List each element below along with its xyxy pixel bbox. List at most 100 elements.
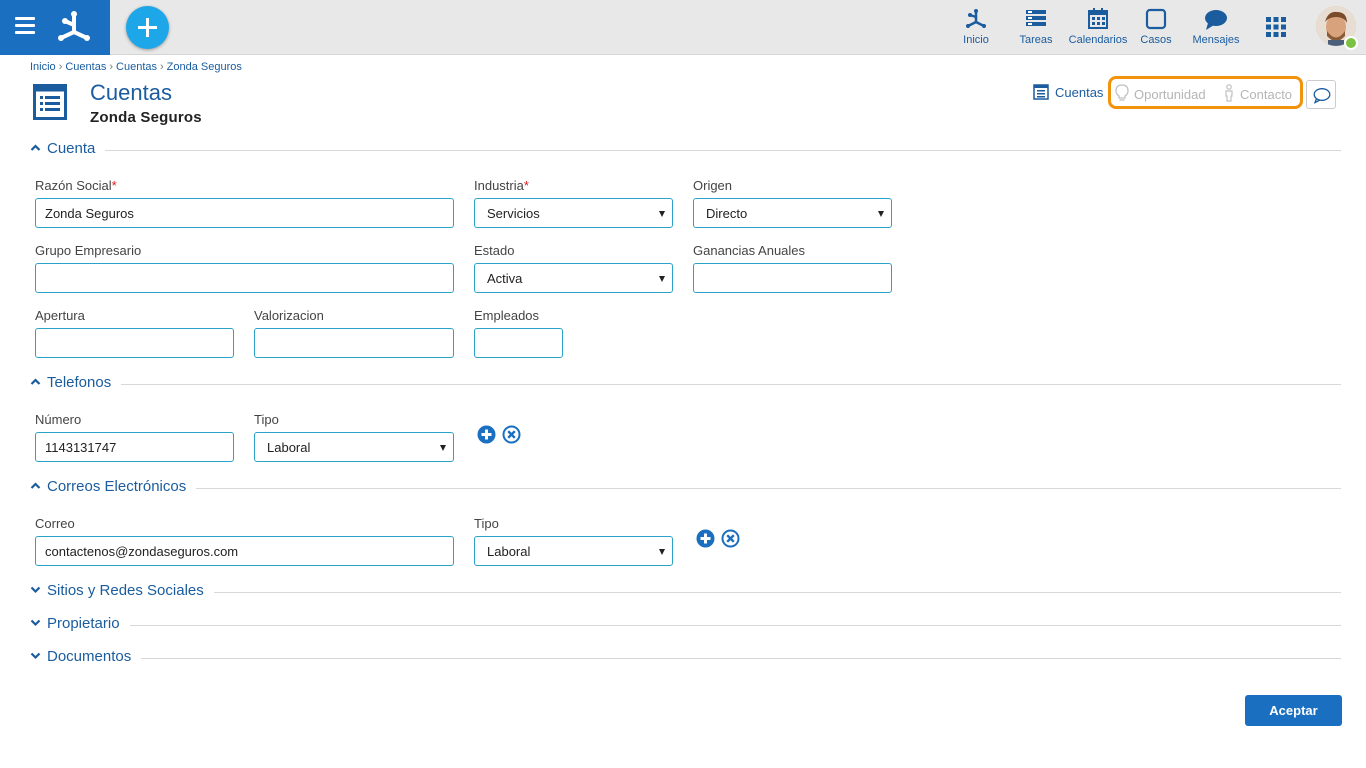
- origen-label: Origen: [693, 178, 733, 193]
- chevron-up-icon: [30, 144, 41, 151]
- add-email-icon[interactable]: [696, 529, 715, 548]
- section-telefonos-toggle[interactable]: Telefonos: [30, 374, 120, 394]
- ganancias-anuales-input[interactable]: [693, 263, 892, 293]
- valorizacion-label: Valorizacion: [254, 308, 324, 323]
- section-propietario-toggle[interactable]: Propietario: [30, 615, 130, 635]
- required-mark: *: [523, 178, 529, 193]
- top-bar: Inicio Tareas Calendarios Casos Mensajes: [0, 0, 1366, 55]
- nav-label: Inicio: [963, 34, 989, 46]
- section-divider: [196, 488, 1341, 489]
- brand-area: [0, 0, 110, 55]
- oportunidad-link[interactable]: Oportunidad: [1115, 84, 1206, 102]
- grupo-empresario-input[interactable]: [35, 263, 454, 293]
- tasks-icon: [1026, 10, 1046, 26]
- numero-input[interactable]: [35, 432, 234, 462]
- section-title: Propietario: [47, 615, 120, 632]
- messages-icon: [1205, 10, 1227, 30]
- accounts-form-icon: [33, 84, 67, 120]
- numero-label: Número: [35, 412, 82, 427]
- online-status-dot: [1344, 36, 1358, 50]
- oportunidad-link-label: Oportunidad: [1134, 87, 1206, 102]
- caret-down-icon: [440, 445, 446, 451]
- ganancias-anuales-label: Ganancias Anuales: [693, 243, 806, 258]
- select-value: Activa: [487, 271, 523, 286]
- chevron-down-icon: [30, 652, 41, 660]
- valorizacion-input[interactable]: [254, 328, 454, 358]
- razon-social-label: Razón Social*: [35, 178, 117, 193]
- section-documentos-toggle[interactable]: Documentos: [30, 648, 135, 668]
- empleados-label: Empleados: [474, 308, 540, 323]
- breadcrumb-inicio[interactable]: Inicio: [30, 61, 56, 73]
- required-mark: *: [111, 178, 117, 193]
- tipo-telefono-label: Tipo: [254, 412, 279, 427]
- tipo-correo-select[interactable]: Laboral: [474, 536, 673, 566]
- section-title: Cuenta: [47, 140, 96, 157]
- section-title: Correos Electrónicos: [47, 478, 187, 495]
- origen-select[interactable]: Directo: [693, 198, 892, 228]
- correo-input[interactable]: [35, 536, 454, 566]
- section-divider: [141, 658, 1341, 659]
- label-text: Razón Social: [35, 178, 112, 193]
- apps-grid-icon[interactable]: [1266, 17, 1286, 37]
- nav-label: Casos: [1140, 34, 1172, 46]
- caret-down-icon: [659, 211, 665, 217]
- apertura-input[interactable]: [35, 328, 234, 358]
- select-value: Laboral: [487, 544, 531, 559]
- nav-label: Calendarios: [1068, 34, 1128, 46]
- caret-down-icon: [878, 211, 884, 217]
- estado-select[interactable]: Activa: [474, 263, 673, 293]
- chevron-up-icon: [30, 378, 41, 385]
- section-divider: [121, 384, 1341, 385]
- person-icon: [1225, 84, 1233, 102]
- add-phone-icon[interactable]: [477, 425, 496, 444]
- nav-casos[interactable]: Casos: [1139, 7, 1173, 51]
- chevron-down-icon: [30, 586, 41, 594]
- remove-email-icon[interactable]: [721, 529, 740, 548]
- breadcrumb-current: Zonda Seguros: [166, 61, 242, 73]
- section-title: Documentos: [47, 648, 132, 665]
- breadcrumb-cuentas-list[interactable]: Cuentas: [116, 61, 157, 73]
- tipo-telefono-select[interactable]: Laboral: [254, 432, 454, 462]
- remove-phone-icon[interactable]: [502, 425, 521, 444]
- industria-label: Industria*: [474, 178, 529, 193]
- section-divider: [105, 150, 1341, 151]
- nav-inicio[interactable]: Inicio: [958, 7, 994, 51]
- comment-icon: [1313, 88, 1331, 104]
- industria-select[interactable]: Servicios: [474, 198, 673, 228]
- select-value: Servicios: [487, 206, 540, 221]
- page-subtitle: Zonda Seguros: [90, 109, 202, 126]
- select-value: Directo: [706, 206, 748, 221]
- section-title: Telefonos: [47, 374, 112, 391]
- cuentas-link[interactable]: Cuentas: [1033, 84, 1103, 104]
- caret-down-icon: [659, 276, 665, 282]
- section-cuenta-toggle[interactable]: Cuenta: [30, 140, 110, 160]
- section-divider: [130, 625, 1341, 626]
- cases-icon: [1145, 8, 1167, 30]
- nav-label: Tareas: [1019, 34, 1053, 46]
- breadcrumb-cuentas[interactable]: Cuentas: [65, 61, 106, 73]
- empleados-input[interactable]: [474, 328, 563, 358]
- cuentas-link-label: Cuentas: [1055, 85, 1104, 100]
- nav-tareas[interactable]: Tareas: [1017, 7, 1055, 51]
- estado-label: Estado: [474, 243, 515, 258]
- menu-icon[interactable]: [15, 17, 35, 35]
- page-title: Cuentas: [90, 80, 172, 105]
- section-title: Sitios y Redes Sociales: [47, 582, 204, 599]
- logo-icon[interactable]: [54, 8, 94, 46]
- caret-down-icon: [659, 549, 665, 555]
- razon-social-input[interactable]: [35, 198, 454, 228]
- accept-button[interactable]: Aceptar: [1245, 695, 1342, 726]
- label-text: Industria: [474, 178, 524, 193]
- nav-mensajes[interactable]: Mensajes: [1190, 7, 1242, 51]
- lightbulb-icon: [1115, 84, 1129, 101]
- contacto-link[interactable]: Contacto: [1223, 84, 1292, 102]
- nav-calendarios[interactable]: Calendarios: [1067, 7, 1129, 51]
- comments-button[interactable]: [1306, 80, 1336, 109]
- list-form-icon: [1033, 84, 1049, 100]
- section-sitios-toggle[interactable]: Sitios y Redes Sociales: [30, 582, 210, 602]
- section-correos-toggle[interactable]: Correos Electrónicos: [30, 478, 190, 498]
- section-divider: [214, 592, 1341, 593]
- calendar-icon: [1088, 8, 1108, 29]
- select-value: Laboral: [267, 440, 311, 455]
- add-new-button[interactable]: [126, 6, 169, 49]
